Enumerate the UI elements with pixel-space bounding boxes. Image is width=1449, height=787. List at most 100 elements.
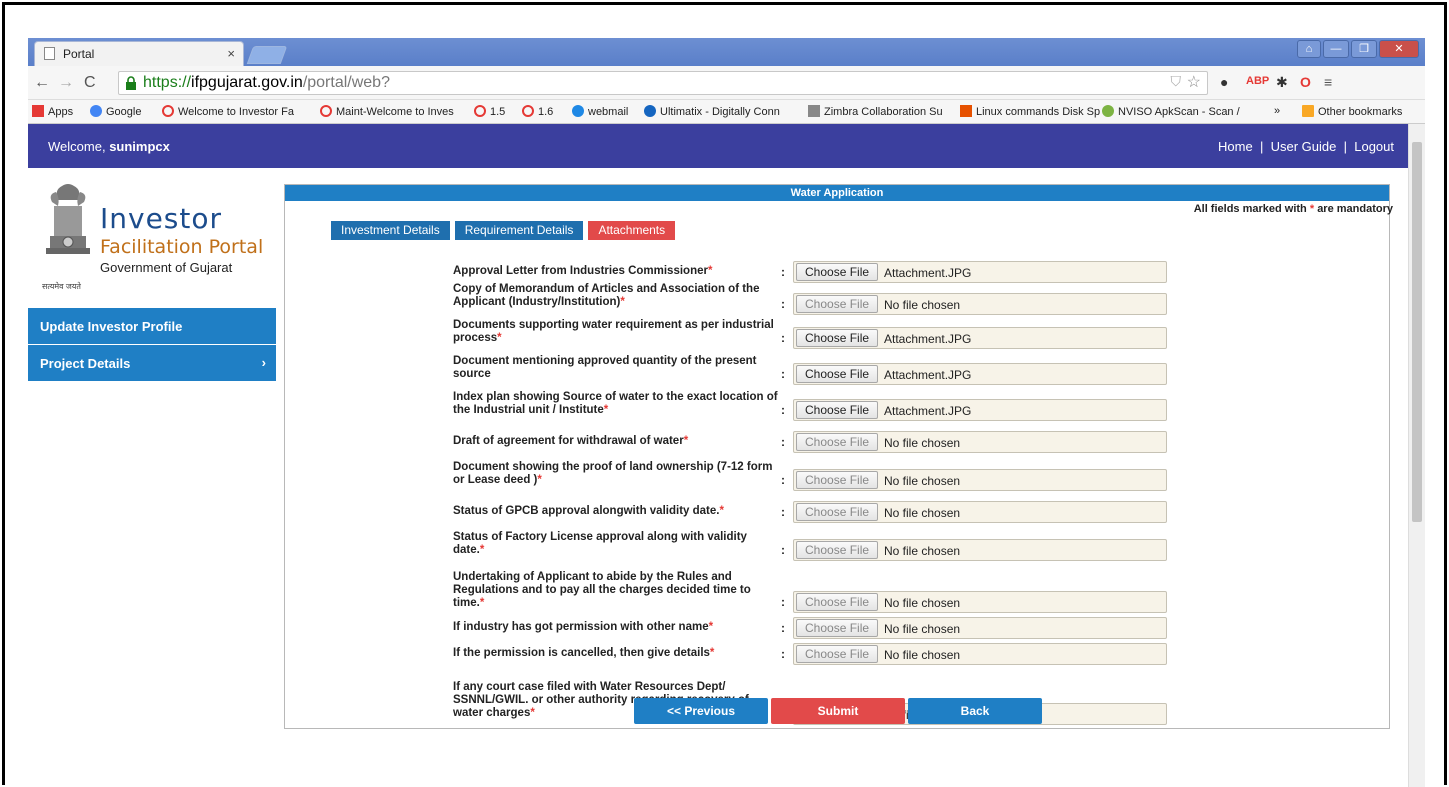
file-input[interactable]: Choose File No file chosen bbox=[793, 591, 1167, 613]
home-link[interactable]: Home bbox=[1218, 139, 1253, 154]
bookmark-other[interactable]: Other bookmarks bbox=[1302, 105, 1402, 118]
choose-file-button[interactable]: Choose File bbox=[796, 365, 879, 383]
file-input[interactable]: Choose File No file chosen bbox=[793, 539, 1167, 561]
file-input[interactable]: Choose File Attachment.JPG bbox=[793, 327, 1167, 349]
username: sunimpcx bbox=[109, 139, 170, 154]
bookmark-nviso[interactable]: NVISO ApkScan - Scan / bbox=[1102, 105, 1240, 118]
menu-icon[interactable]: ≡ bbox=[1324, 74, 1332, 90]
bookmarks-bar: Apps Google Welcome to Investor Fa Maint… bbox=[28, 100, 1425, 124]
choose-file-button[interactable]: Choose File bbox=[796, 329, 879, 347]
bookmarks-overflow-icon[interactable]: » bbox=[1274, 105, 1280, 117]
tab-attachments[interactable]: Attachments bbox=[588, 221, 676, 240]
close-window-button[interactable]: ✕ bbox=[1379, 40, 1419, 58]
colon-separator: : bbox=[781, 543, 785, 557]
file-input[interactable]: Choose File No file chosen bbox=[793, 617, 1167, 639]
shield-icon[interactable]: ⛉ bbox=[1171, 73, 1182, 90]
profile-icon[interactable]: ⌂ bbox=[1297, 40, 1321, 58]
colon-separator: : bbox=[781, 435, 785, 449]
colon-separator: : bbox=[781, 505, 785, 519]
file-name: No file chosen bbox=[884, 648, 961, 662]
bookmark-welcome[interactable]: Welcome to Investor Fa bbox=[162, 105, 294, 118]
file-input[interactable]: Choose File No file chosen bbox=[793, 501, 1167, 523]
logout-link[interactable]: Logout bbox=[1354, 139, 1394, 154]
colon-separator: : bbox=[781, 621, 785, 635]
portal-icon bbox=[320, 105, 332, 117]
file-input[interactable]: Choose File Attachment.JPG bbox=[793, 261, 1167, 283]
address-toolbar: ← → C https://ifpgujarat.gov.in/portal/w… bbox=[28, 66, 1425, 100]
browser-tab[interactable]: Portal × bbox=[34, 41, 244, 66]
user-guide-link[interactable]: User Guide bbox=[1271, 139, 1337, 154]
choose-file-button[interactable]: Choose File bbox=[796, 645, 879, 663]
google-icon bbox=[90, 105, 102, 117]
sidebar-item-project-details[interactable]: Project Details › bbox=[28, 345, 276, 382]
choose-file-button[interactable]: Choose File bbox=[796, 401, 879, 419]
submit-button[interactable]: Submit bbox=[771, 698, 905, 724]
bookmark-google[interactable]: Google bbox=[90, 105, 141, 118]
required-star: * bbox=[530, 707, 535, 719]
portal-icon bbox=[522, 105, 534, 117]
choose-file-button[interactable]: Choose File bbox=[796, 503, 879, 521]
file-input[interactable]: Choose File No file chosen bbox=[793, 293, 1167, 315]
form-title: Water Application bbox=[285, 185, 1389, 201]
maximize-button[interactable]: ❐ bbox=[1351, 40, 1377, 58]
file-input[interactable]: Choose File Attachment.JPG bbox=[793, 399, 1167, 421]
url-host: ifpgujarat.gov.in bbox=[191, 74, 303, 91]
file-name: No file chosen bbox=[884, 298, 961, 312]
portal-logo: Investor Facilitation Portal Government … bbox=[36, 176, 276, 296]
previous-button[interactable]: << Previous bbox=[634, 698, 768, 724]
ultimatix-icon bbox=[644, 105, 656, 117]
bookmark-zimbra[interactable]: Zimbra Collaboration Su bbox=[808, 105, 943, 118]
colon-separator: : bbox=[781, 265, 785, 279]
puzzle-icon[interactable]: ✱ bbox=[1276, 74, 1288, 91]
required-star: * bbox=[683, 435, 689, 447]
scrollbar-thumb[interactable] bbox=[1412, 142, 1422, 522]
file-input[interactable]: Choose File No file chosen bbox=[793, 643, 1167, 665]
choose-file-button[interactable]: Choose File bbox=[796, 593, 879, 611]
mandatory-note: All fields marked with * are mandatory bbox=[1193, 203, 1393, 215]
choose-file-button[interactable]: Choose File bbox=[796, 619, 879, 637]
file-input[interactable]: Choose File No file chosen bbox=[793, 469, 1167, 491]
sidebar-menu: Update Investor Profile Project Details … bbox=[28, 308, 276, 382]
forward-arrow-icon[interactable]: → bbox=[58, 74, 74, 92]
file-name: Attachment.JPG bbox=[884, 368, 972, 382]
new-tab-button[interactable] bbox=[246, 46, 288, 64]
bookmark-webmail[interactable]: webmail bbox=[572, 105, 628, 118]
tab-requirement-details[interactable]: Requirement Details bbox=[454, 221, 584, 240]
choose-file-button[interactable]: Choose File bbox=[796, 295, 879, 313]
bookmark-apps[interactable]: Apps bbox=[32, 105, 73, 118]
form-buttons: << Previous Submit Back bbox=[634, 698, 1042, 724]
back-arrow-icon[interactable]: ← bbox=[34, 74, 50, 92]
url-input[interactable]: https://ifpgujarat.gov.in/portal/web? ⛉ … bbox=[118, 71, 1208, 95]
reload-icon[interactable]: C bbox=[84, 74, 96, 92]
star-bookmark-icon[interactable]: ☆ bbox=[1187, 72, 1201, 92]
close-tab-icon[interactable]: × bbox=[227, 46, 235, 61]
choose-file-button[interactable]: Choose File bbox=[796, 471, 879, 489]
required-star: * bbox=[719, 505, 724, 517]
file-name: Attachment.JPG bbox=[884, 404, 972, 418]
page-scrollbar[interactable] bbox=[1408, 124, 1425, 787]
required-star: * bbox=[479, 544, 485, 556]
colon-separator: : bbox=[781, 297, 785, 311]
required-star: * bbox=[707, 265, 713, 277]
bookmark-maint[interactable]: Maint-Welcome to Inves bbox=[320, 105, 454, 118]
choose-file-button[interactable]: Choose File bbox=[796, 541, 879, 559]
minimize-button[interactable]: — bbox=[1323, 40, 1349, 58]
bookmark-1-6[interactable]: 1.6 bbox=[522, 105, 553, 118]
bookmark-1-5[interactable]: 1.5 bbox=[474, 105, 505, 118]
colon-separator: : bbox=[781, 403, 785, 417]
opera-icon[interactable]: O bbox=[1300, 74, 1311, 90]
file-input[interactable]: Choose File No file chosen bbox=[793, 431, 1167, 453]
chevron-right-icon: › bbox=[261, 355, 266, 370]
colon-separator: : bbox=[781, 595, 785, 609]
tab-investment-details[interactable]: Investment Details bbox=[331, 221, 450, 240]
emblem-icon bbox=[46, 184, 90, 254]
bookmark-ultimatix[interactable]: Ultimatix - Digitally Conn bbox=[644, 105, 780, 118]
back-button[interactable]: Back bbox=[908, 698, 1042, 724]
adblock-icon[interactable]: ABP bbox=[1246, 75, 1269, 87]
extension-circle-icon[interactable]: ● bbox=[1220, 74, 1228, 90]
choose-file-button[interactable]: Choose File bbox=[796, 263, 879, 281]
sidebar-item-update-investor-profile[interactable]: Update Investor Profile bbox=[28, 308, 276, 345]
file-input[interactable]: Choose File Attachment.JPG bbox=[793, 363, 1167, 385]
bookmark-linux[interactable]: Linux commands Disk Sp bbox=[960, 105, 1100, 118]
choose-file-button[interactable]: Choose File bbox=[796, 433, 879, 451]
